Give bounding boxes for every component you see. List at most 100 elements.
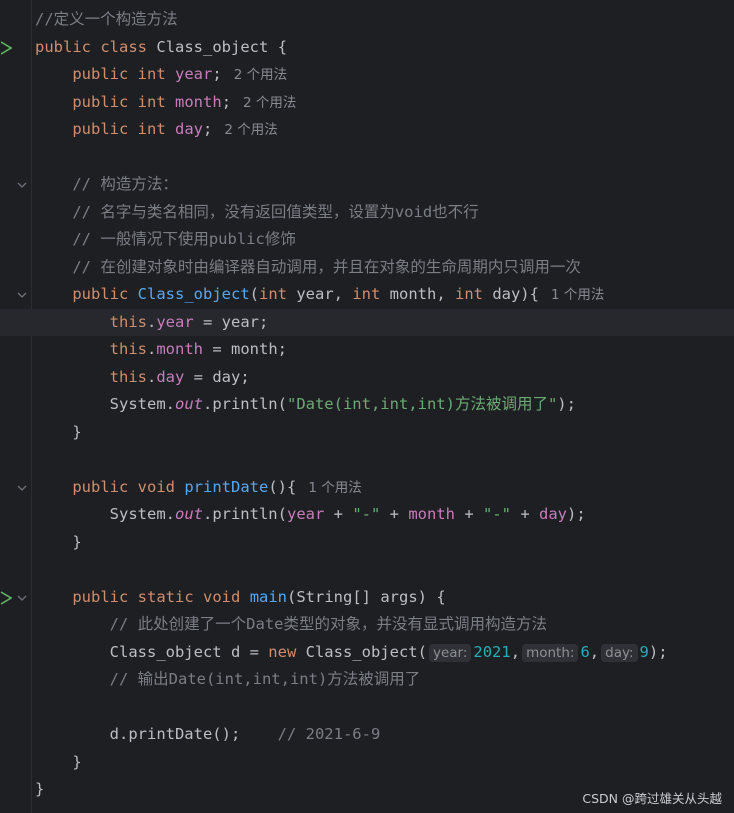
code-text: .println(: [202, 505, 287, 523]
comment: // 2021-6-9: [277, 725, 381, 743]
code-line[interactable]: this.day = day;: [35, 364, 734, 392]
fold-chevron-icon[interactable]: [17, 483, 27, 493]
comment: // 名字与类名相同，没有返回值类型，设置为void也不行: [72, 202, 479, 221]
code-line[interactable]: [35, 446, 734, 474]
code-editor[interactable]: //定义一个构造方法 public class Class_object { p…: [0, 6, 734, 804]
code-line[interactable]: public void printDate(){1 个用法: [35, 474, 734, 502]
operator: +: [454, 505, 483, 523]
field-name: year: [156, 312, 194, 331]
code-text: System.: [109, 395, 175, 413]
number-literal: 9: [639, 642, 649, 661]
field-name: year: [286, 505, 325, 523]
param: month,: [380, 285, 455, 303]
param: year,: [287, 285, 353, 303]
code-text: = day;: [184, 367, 250, 386]
run-icon[interactable]: [0, 591, 12, 605]
usage-hint[interactable]: 2 个用法: [224, 122, 277, 138]
code-line[interactable]: [35, 144, 734, 172]
code-line[interactable]: public int day; 2 个用法: [35, 116, 734, 144]
static-field: out: [174, 395, 203, 413]
watermark: CSDN @跨过雄关从头越: [582, 791, 722, 806]
parameter-hint: month:: [522, 643, 579, 662]
code-line[interactable]: // 此处创建了一个Date类型的对象，并没有显式调用构造方法: [35, 611, 734, 639]
fold-chevron-icon[interactable]: [17, 593, 27, 603]
field-name: day: [538, 505, 567, 523]
code-line[interactable]: }: [35, 529, 734, 557]
brace: }: [72, 752, 82, 771]
usage-hint[interactable]: 1 个用法: [551, 287, 604, 303]
code-line[interactable]: Class_object d = new Class_object(year: 2…: [35, 639, 734, 667]
constructor-name: Class_object: [137, 285, 250, 303]
code-line[interactable]: // 名字与类名相同，没有返回值类型，设置为void也不行: [35, 199, 734, 227]
code-line[interactable]: System.out.println(year + "-" + month + …: [35, 501, 734, 529]
code-line[interactable]: public Class_object(int year, int month,…: [35, 281, 734, 309]
field-name: year: [175, 65, 213, 83]
code-text: = month;: [203, 340, 287, 358]
code-text: (String[] args) {: [287, 587, 446, 606]
code-text: d.printDate();: [109, 725, 241, 743]
code-line[interactable]: }: [35, 419, 734, 447]
code-line[interactable]: public int month; 2 个用法: [35, 89, 734, 117]
code-text: .println(: [202, 395, 287, 413]
code-line[interactable]: System.out.println("Date(int,int,int)方法被…: [35, 391, 734, 419]
class-name: Class_object: [156, 37, 269, 56]
comma: ,: [510, 642, 521, 661]
keyword: this: [109, 340, 147, 358]
operator: +: [380, 505, 409, 523]
usage-hint[interactable]: 2 个用法: [243, 95, 296, 111]
operator: +: [510, 505, 539, 523]
code-line[interactable]: // 在创建对象时由编译器自动调用，并且在对象的生命周期内只调用一次: [35, 254, 734, 282]
code-line[interactable]: // 一般情况下使用public修饰: [35, 226, 734, 254]
editor-gutter: [0, 0, 32, 813]
keyword: int: [259, 285, 287, 303]
code-line[interactable]: // 输出Date(int,int,int)方法被调用了: [35, 666, 734, 694]
code-text: = year;: [193, 312, 269, 331]
brace: }: [72, 422, 82, 441]
keyword: public: [72, 120, 129, 138]
keyword: int: [137, 120, 166, 138]
comment: // 构造方法：: [72, 175, 178, 193]
keyword: void: [203, 587, 241, 606]
code-line[interactable]: this.month = month;: [35, 336, 734, 364]
paren: (: [249, 285, 259, 303]
field-name: day: [175, 120, 204, 138]
method-name: main: [249, 587, 288, 606]
fold-chevron-icon[interactable]: [17, 290, 27, 300]
field-name: day: [156, 367, 185, 386]
code-line[interactable]: [35, 556, 734, 584]
code-line[interactable]: public class Class_object {: [35, 34, 734, 62]
gutter-divider: [31, 0, 32, 813]
run-icon[interactable]: [0, 41, 12, 55]
code-text: System.: [109, 505, 175, 523]
string-literal: "-": [352, 505, 381, 523]
code-line[interactable]: }: [35, 749, 734, 777]
keyword: int: [352, 285, 381, 303]
keyword: new: [268, 642, 297, 661]
code-line[interactable]: public int year; 2 个用法: [35, 61, 734, 89]
keyword: public: [72, 65, 129, 83]
usage-hint[interactable]: 2 个用法: [234, 67, 287, 83]
brace: }: [72, 532, 82, 551]
keyword: this: [109, 312, 147, 331]
code-line[interactable]: public static void main(String[] args) {: [35, 584, 734, 612]
code-line[interactable]: //定义一个构造方法: [35, 6, 734, 34]
code-text: Class_object d =: [109, 642, 269, 661]
parameter-hint: year:: [428, 643, 472, 662]
code-line-current[interactable]: this.year = year;: [0, 308, 734, 336]
fold-chevron-icon[interactable]: [17, 180, 27, 190]
code-line[interactable]: // 构造方法：: [35, 171, 734, 199]
keyword: void: [137, 477, 175, 496]
code-line[interactable]: d.printDate(); // 2021-6-9: [35, 721, 734, 749]
usage-hint[interactable]: 1 个用法: [308, 480, 361, 496]
code-line[interactable]: [35, 694, 734, 722]
keyword: int: [454, 285, 483, 303]
keyword: public: [72, 587, 129, 606]
operator: +: [324, 505, 353, 523]
string-literal: "-": [482, 505, 511, 523]
field-name: month: [156, 340, 203, 358]
dot: .: [146, 367, 157, 386]
semicolon: ;: [203, 120, 213, 138]
code-text: (){: [268, 477, 297, 496]
brace: }: [35, 780, 45, 798]
dot: .: [146, 312, 157, 331]
